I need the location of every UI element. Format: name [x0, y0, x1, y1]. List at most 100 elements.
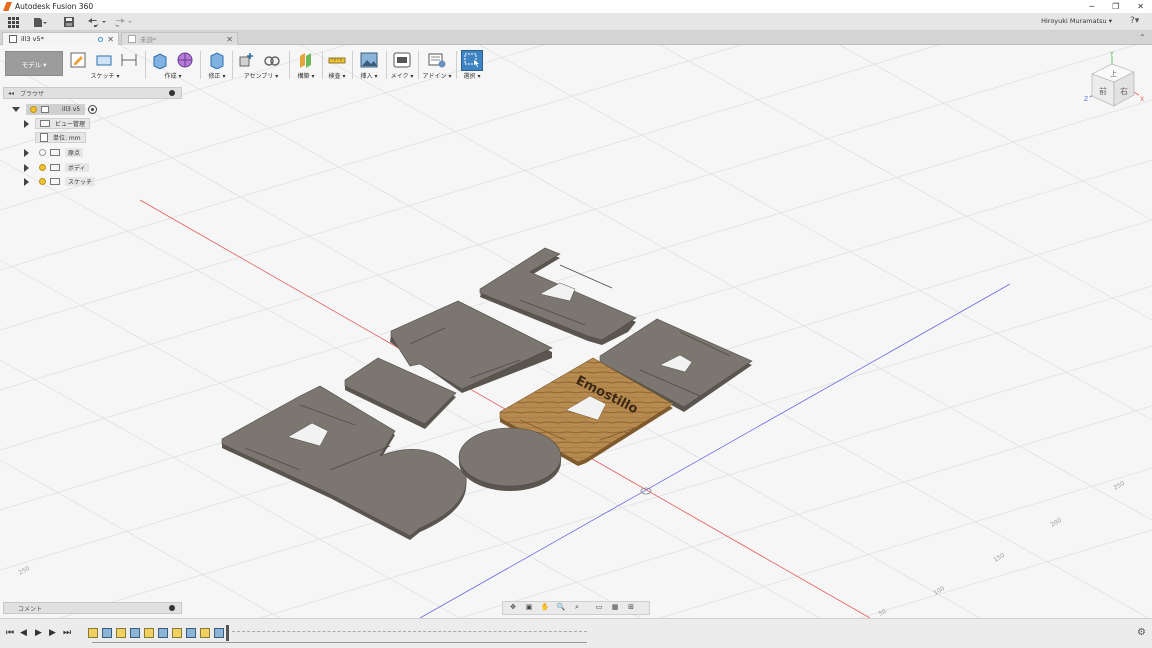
user-account-menu[interactable]: Hiroyuki Muramatsu ▾ — [1041, 17, 1112, 25]
help-menu-button[interactable]: ?▾ — [1130, 16, 1144, 28]
browser-item-units[interactable]: 単位: mm — [35, 132, 86, 143]
timeline-feature-extrude[interactable] — [102, 628, 112, 638]
browser-item-bodies[interactable]: ボディ — [24, 162, 93, 173]
look-at-icon[interactable]: ▣ — [523, 603, 535, 613]
sketch-group-label[interactable]: スケッチ ▾ — [68, 71, 142, 80]
timeline-marker[interactable] — [226, 625, 229, 641]
step-back-icon[interactable]: ◀ — [20, 628, 27, 638]
scripts-addins-icon[interactable] — [428, 51, 446, 69]
save-icon[interactable] — [62, 15, 76, 29]
construct-group-label[interactable]: 構築 ▾ — [292, 71, 320, 80]
timeline-feature-extrude[interactable] — [130, 628, 140, 638]
expand-triangle-icon[interactable] — [12, 107, 20, 112]
expand-triangle-icon[interactable] — [24, 148, 29, 157]
press-pull-icon[interactable] — [208, 51, 226, 69]
comments-panel[interactable]: コメント — [3, 602, 182, 614]
browser-item-sketches[interactable]: スケッチ — [24, 176, 99, 187]
close-button[interactable]: ✕ — [1137, 2, 1144, 11]
sketch-group[interactable]: スケッチ ▾ — [68, 49, 142, 81]
visibility-bulb-icon[interactable] — [39, 164, 46, 171]
visibility-bulb-icon[interactable] — [30, 106, 37, 113]
inspect-group-label[interactable]: 検査 ▾ — [325, 71, 349, 80]
timeline-feature-extrude[interactable] — [186, 628, 196, 638]
browser-root-node[interactable]: ill3 v5 — [12, 104, 98, 115]
select-group-label[interactable]: 選択 ▾ — [459, 71, 485, 80]
collapse-toolbar-icon[interactable]: ⌃ — [1139, 33, 1146, 42]
create-sketch-icon[interactable] — [70, 51, 88, 69]
item-label: スケッチ — [65, 177, 96, 186]
addins-group-label[interactable]: アドイン ▾ — [421, 71, 453, 80]
step-forward-icon[interactable]: ▶ — [49, 628, 56, 638]
dimension-icon[interactable] — [120, 51, 138, 69]
measure-icon[interactable] — [328, 51, 346, 69]
insert-group[interactable]: 挿入 ▾ — [355, 49, 383, 81]
create-group-label[interactable]: 作成 ▾ — [149, 71, 197, 80]
inspect-group[interactable]: 検査 ▾ — [325, 49, 349, 81]
make-group-label[interactable]: メイク ▾ — [389, 71, 415, 80]
grid-settings-icon[interactable]: ▦ — [609, 603, 621, 613]
display-settings-icon[interactable]: ▭ — [593, 603, 605, 613]
insert-group-label[interactable]: 挿入 ▾ — [355, 71, 383, 80]
restore-button[interactable]: ❐ — [1112, 2, 1119, 11]
timeline-feature-sketch[interactable] — [116, 628, 126, 638]
insert-image-icon[interactable] — [360, 51, 378, 69]
add-comment-icon[interactable] — [169, 605, 175, 611]
expand-triangle-icon[interactable] — [24, 119, 29, 128]
make-group[interactable]: メイク ▾ — [389, 49, 415, 81]
go-to-start-icon[interactable]: ⏮ — [6, 628, 14, 638]
assemble-group-label[interactable]: アセンブリ ▾ — [235, 71, 287, 80]
body-disc[interactable] — [458, 427, 562, 491]
browser-item-origin[interactable]: 原点 — [24, 147, 87, 158]
rectangle-icon[interactable] — [95, 51, 113, 69]
expand-triangle-icon[interactable] — [24, 163, 29, 172]
tab-close-button[interactable]: ✕ — [226, 35, 233, 44]
pan-icon[interactable]: ✋ — [539, 603, 551, 613]
file-menu-icon[interactable] — [31, 15, 49, 29]
orbit-icon[interactable]: ✥ — [507, 603, 519, 613]
viewports-icon[interactable]: ⊞ — [625, 603, 637, 613]
new-component-icon[interactable] — [238, 51, 256, 69]
form-icon[interactable] — [176, 51, 194, 69]
timeline-feature-extrude[interactable] — [214, 628, 224, 638]
assemble-group[interactable]: アセンブリ ▾ — [235, 49, 287, 81]
play-icon[interactable]: ▶ — [35, 628, 42, 638]
pin-icon[interactable] — [169, 90, 175, 96]
zoom-window-icon[interactable]: 🔍 — [555, 603, 567, 613]
select-group[interactable]: 選択 ▾ — [459, 49, 485, 81]
create-group[interactable]: 作成 ▾ — [149, 49, 197, 81]
tab-ill3-v5[interactable]: ill3 v5* ✕ — [2, 32, 119, 45]
tab-untitled[interactable]: 未読* ✕ — [121, 32, 238, 45]
construct-group[interactable]: 構築 ▾ — [292, 49, 320, 81]
tab-close-button[interactable]: ✕ — [107, 35, 114, 44]
browser-item-named-views[interactable]: ビュー管理 — [24, 118, 91, 129]
timeline-feature-sketch[interactable] — [200, 628, 210, 638]
modify-group-label[interactable]: 修正 ▾ — [203, 71, 231, 80]
timeline-feature-sketch[interactable] — [88, 628, 98, 638]
addins-group[interactable]: アドイン ▾ — [421, 49, 453, 81]
joint-icon[interactable] — [263, 51, 281, 69]
visibility-bulb-icon[interactable] — [39, 178, 46, 185]
timeline-feature-sketch[interactable] — [144, 628, 154, 638]
browser-panel-header[interactable]: ◂◂ ブラウザ — [3, 87, 182, 99]
timeline-feature-extrude[interactable] — [158, 628, 168, 638]
fit-zoom-icon[interactable]: ⌕ — [571, 603, 583, 613]
redo-icon[interactable] — [112, 15, 134, 29]
workspace-switcher-button[interactable]: モデル ▾ — [5, 51, 63, 76]
3d-print-icon[interactable] — [393, 51, 411, 69]
undo-icon[interactable] — [86, 15, 108, 29]
viewcube[interactable]: 上 前 右 Y X Z — [1082, 50, 1147, 110]
timeline-settings-gear-icon[interactable]: ⚙ — [1137, 627, 1146, 638]
offset-plane-icon[interactable] — [297, 51, 315, 69]
collapse-arrows-icon[interactable]: ◂◂ — [8, 90, 14, 97]
extrude-icon[interactable] — [151, 51, 169, 69]
visibility-bulb-off-icon[interactable] — [39, 149, 46, 156]
timeline-feature-sketch[interactable] — [172, 628, 182, 638]
activate-radio-icon[interactable] — [88, 105, 98, 114]
canvas-viewport[interactable]: 250 200 150 100 50 250 Emostillo — [0, 0, 1152, 621]
minimize-button[interactable]: ─ — [1089, 2, 1094, 11]
go-to-end-icon[interactable]: ⏭ — [63, 628, 71, 638]
data-panel-grid-icon[interactable] — [6, 15, 20, 29]
expand-triangle-icon[interactable] — [24, 177, 29, 186]
select-button-highlight[interactable] — [461, 50, 483, 71]
modify-group[interactable]: 修正 ▾ — [203, 49, 231, 81]
